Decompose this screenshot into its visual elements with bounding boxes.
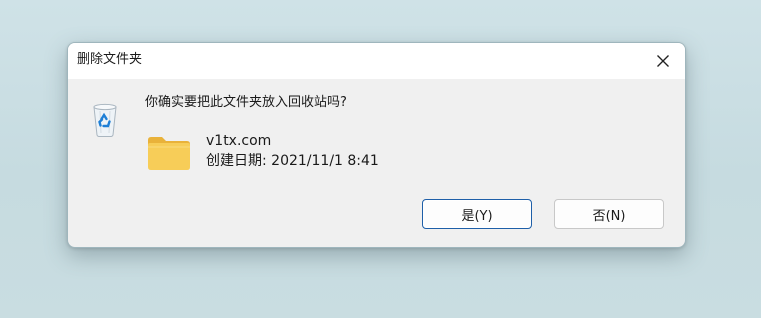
folder-icon — [148, 137, 190, 170]
delete-folder-dialog: 删除文件夹 你确实要把此文件夹放入回收站吗? v1tx.com 创建日期: 20… — [67, 42, 686, 248]
no-button[interactable]: 否(N) — [554, 199, 664, 229]
folder-name: v1tx.com — [206, 133, 272, 149]
close-icon — [657, 55, 669, 67]
close-button[interactable] — [651, 49, 675, 73]
dialog-title: 删除文件夹 — [77, 52, 143, 67]
confirm-question: 你确实要把此文件夹放入回收站吗? — [145, 95, 347, 110]
recycle-bin-icon — [93, 103, 117, 137]
folder-created-date: 创建日期: 2021/11/1 8:41 — [206, 153, 379, 169]
yes-button[interactable]: 是(Y) — [422, 199, 532, 229]
dialog-titlebar[interactable]: 删除文件夹 — [68, 43, 685, 79]
